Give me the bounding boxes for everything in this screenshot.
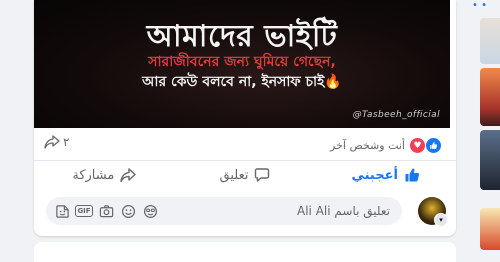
- avatar-sticker-icon[interactable]: [142, 203, 158, 219]
- thumbnail[interactable]: [480, 130, 500, 190]
- thumbnail[interactable]: [480, 68, 500, 126]
- flame-emoji: 🔥: [324, 74, 342, 90]
- share-label: مشاركة: [72, 167, 115, 183]
- thumbnail[interactable]: [480, 18, 500, 64]
- share-button[interactable]: مشاركة: [34, 161, 175, 189]
- shares-number: ٢: [63, 135, 70, 149]
- sticker-icon[interactable]: [54, 203, 70, 219]
- reactions-text: أنت وشخص آخر: [330, 139, 405, 152]
- thumbs-up-icon: [405, 168, 419, 182]
- gif-icon[interactable]: GIF: [75, 203, 93, 219]
- post-actions: مشاركة تعليق أعجبني: [34, 160, 456, 189]
- right-rail-thumbnails: • •: [470, 0, 500, 250]
- like-reaction-icon: [425, 137, 442, 154]
- comment-input[interactable]: GIF تعليق باسم Ali Ali: [46, 197, 402, 225]
- image-subtitle-white: আর কেউ বলবে না, ইনসাফ চাই🔥: [34, 70, 450, 94]
- more-icon[interactable]: • •: [472, 0, 487, 11]
- shares-count[interactable]: ٢: [44, 135, 69, 149]
- like-label: أعجبني: [351, 167, 398, 183]
- post-stats: ٢ أنت وشخص آخر ♥: [34, 131, 456, 157]
- post-card: আমাদের ভাইটি সারাজীবনের জন্য ঘুমিয়ে গেছ…: [34, 0, 456, 236]
- love-reaction-icon: ♥: [409, 137, 426, 154]
- avatar[interactable]: ▾: [418, 197, 448, 227]
- like-button[interactable]: أعجبني: [315, 161, 456, 189]
- reactions-summary[interactable]: أنت وشخص آخر ♥: [330, 137, 442, 154]
- comment-button[interactable]: تعليق: [175, 161, 316, 189]
- image-subtitle-text: আর কেউ বলবে না, ইনসাফ চাই: [142, 74, 325, 90]
- comment-tools: GIF: [54, 203, 158, 219]
- camera-icon[interactable]: [98, 203, 114, 219]
- comment-placeholder: تعليق باسم Ali Ali: [297, 204, 390, 218]
- comment-composer: GIF تعليق باسم Ali Ali ▾: [34, 194, 456, 228]
- emoji-icon[interactable]: [120, 203, 136, 219]
- share-arrow-icon: [44, 135, 60, 149]
- comment-label: تعليق: [219, 167, 249, 183]
- post-image[interactable]: আমাদের ভাইটি সারাজীবনের জন্য ঘুমিয়ে গেছ…: [34, 0, 450, 128]
- image-watermark: @Tasbeeh_official: [352, 110, 440, 120]
- chevron-down-icon[interactable]: ▾: [434, 213, 448, 227]
- thumbnail[interactable]: [480, 208, 500, 250]
- comment-bubble-icon: [255, 168, 270, 182]
- share-icon: [120, 168, 137, 183]
- next-post-card: [34, 242, 456, 262]
